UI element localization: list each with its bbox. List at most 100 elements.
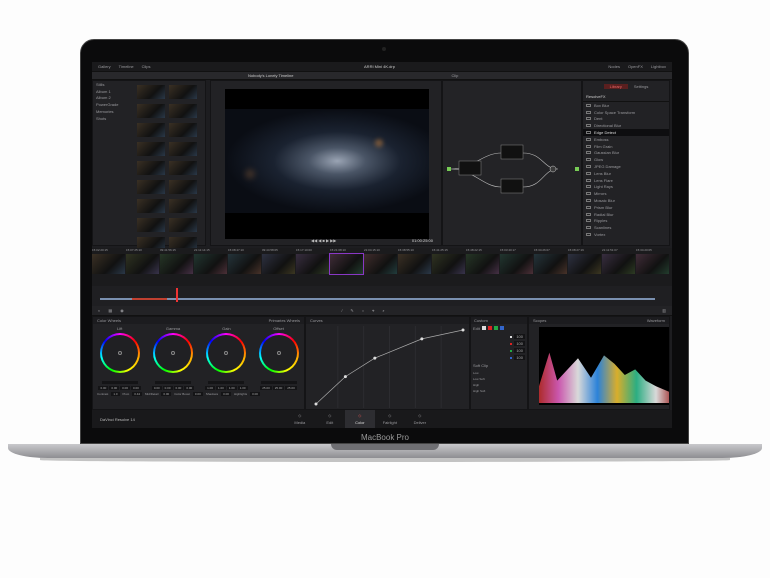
curve-graph[interactable] [312,326,467,408]
master-wheel-slider[interactable] [101,381,138,384]
gallery-still[interactable] [169,85,197,99]
clip-thumbnail[interactable]: 09:41:56:15 [160,248,193,274]
gallery-still[interactable] [137,161,165,175]
gallery-still[interactable] [169,104,197,118]
zoom-select[interactable]: Clip [451,73,458,78]
wheel-ring[interactable] [206,333,247,373]
gallery-still[interactable] [137,104,165,118]
color-wheel-gain[interactable]: Gain 1.00 1.00 1.00 1.00 [205,326,248,390]
wheel-value[interactable]: 1.00 [205,386,216,390]
openfx-item[interactable]: Film Grain [583,143,669,150]
clip-thumbnail[interactable]: 15:17:10:00 [296,248,329,274]
gallery-still[interactable] [137,85,165,99]
wheel-value[interactable]: 1.00 [216,386,226,390]
playhead[interactable] [176,288,178,302]
openfx-item[interactable]: Scanlines [583,224,669,231]
param-value[interactable]: 1.0 [111,392,120,396]
channel-intensity[interactable]: 100 [514,348,525,353]
master-wheel-slider[interactable] [260,381,297,384]
timeline-track[interactable] [100,298,655,300]
param-value[interactable]: 0.00 [250,392,260,396]
clip-thumbnail[interactable]: 21:11:14:15 [194,248,227,274]
clip-thumbnail[interactable]: 15:21:08:10 [329,248,364,275]
clip-thumbnail[interactable]: 15:08:27:19 [568,248,601,274]
qualifier-icon[interactable]: ✎ [350,308,353,313]
page-tab-color[interactable]: ◇ Color [344,410,375,428]
wheel-value[interactable]: 25.00 [260,386,272,390]
wheel-value[interactable]: 0.00 [162,386,173,390]
clips-button[interactable]: Clips [142,64,151,69]
gallery-still[interactable] [169,199,197,213]
openfx-item[interactable]: Ripples [583,218,669,225]
wheel-value[interactable]: 25.00 [285,386,297,390]
gallery-still[interactable] [137,123,165,137]
clip-thumbnail[interactable]: 21:04:15:10 [364,248,397,274]
gallery-still[interactable] [137,199,165,213]
gallery-still[interactable] [169,218,197,232]
wheel-value[interactable]: 0.00 [173,386,184,390]
openfx-button[interactable]: OpenFX [628,64,643,69]
wheel-mode-select[interactable]: Primaries Wheels [269,318,300,323]
openfx-item[interactable]: Lens Flare [583,177,669,184]
wheel-value[interactable]: 0.00 [109,386,120,390]
clip-thumbnail[interactable]: 15:03:40:17 [500,248,533,274]
openfx-item[interactable]: Gaussian Blur [583,150,669,157]
gallery-still[interactable] [169,123,197,137]
openfx-item[interactable]: Edge Detect [583,129,669,136]
gallery-still[interactable] [169,180,197,194]
wheel-value[interactable]: 0.00 [131,386,141,390]
clip-thumbnail[interactable]: 21:11:51:07 [602,248,635,274]
param-value[interactable]: 0.00 [221,392,231,396]
album-item[interactable]: Album 2 [93,95,135,102]
clip-thumbnail[interactable]: 15:02:20:15 [92,248,125,274]
wheel-value[interactable]: 0.00 [98,386,109,390]
page-tab-fairlight[interactable]: ◇ Fairlight [375,410,405,428]
clip-thumbnail[interactable]: 15:48:22:15 [466,248,499,274]
album-item[interactable]: PowerGrade [93,101,135,108]
clip-thumbnail[interactable]: 15:34:26:07 [534,248,567,274]
camera-raw-icon[interactable]: ◐ [98,308,100,313]
tab-library[interactable]: Library [603,84,628,89]
window-icon[interactable]: ○ [362,308,364,313]
openfx-item[interactable]: Color Space Transform [583,109,669,116]
soft-clip-slider[interactable]: High Soft [471,388,527,394]
openfx-item[interactable]: Mosaic Blur [583,197,669,204]
curves-icon[interactable]: ∕ [342,308,343,313]
gallery-still[interactable] [137,180,165,194]
param-value[interactable]: 0.00 [192,392,203,396]
wheel-value[interactable]: 0.00 [120,386,131,390]
openfx-item[interactable]: Mirrors [583,190,669,197]
openfx-item[interactable]: Lens Blur [583,170,669,177]
wheel-ring[interactable] [258,333,299,373]
timeline-button[interactable]: Timeline [119,64,134,69]
wheel-ring[interactable] [99,333,140,373]
album-item[interactable]: Shots [93,115,135,122]
clip-thumbnail[interactable]: 15:34:20:05 [636,248,669,274]
curve-point[interactable] [461,328,465,332]
scopes-icon[interactable]: ▥ [662,308,666,313]
openfx-item[interactable]: Vortex [583,231,669,238]
page-tab-edit[interactable]: ◇ Edit [315,410,345,428]
gallery-still[interactable] [169,142,197,156]
openfx-item[interactable]: Dent [583,116,669,123]
wheel-value[interactable]: 25.00 [272,386,285,390]
channel-intensity[interactable]: 100 [514,334,525,339]
page-tab-deliver[interactable]: ◇ Deliver [405,410,435,428]
curve-mode[interactable]: Custom [471,317,527,324]
param-value[interactable]: 0.00 [161,392,172,396]
openfx-item[interactable]: Radial Blur [583,211,669,218]
scope-mode-select[interactable]: Waveform [647,318,665,323]
color-wheel-lift[interactable]: Lift 0.00 0.00 0.00 0.00 [98,326,141,390]
color-wheel-offset[interactable]: Offset 25.00 25.00 25.00 [258,326,299,390]
openfx-item[interactable]: Light Rays [583,184,669,191]
gallery-still[interactable] [137,142,165,156]
nodes-button[interactable]: Nodes [608,64,620,69]
wheel-value[interactable]: 0.00 [151,386,162,390]
clip-thumbnail[interactable]: 09:44:58:05 [262,248,295,274]
curve-point[interactable] [343,375,347,379]
openfx-item[interactable]: Glow [583,156,669,163]
gallery-still[interactable] [169,161,197,175]
blur-icon[interactable]: ⌕ [382,308,384,313]
curve-point[interactable] [420,337,424,341]
clip-thumbnail[interactable]: 15:38:55:10 [398,248,431,274]
